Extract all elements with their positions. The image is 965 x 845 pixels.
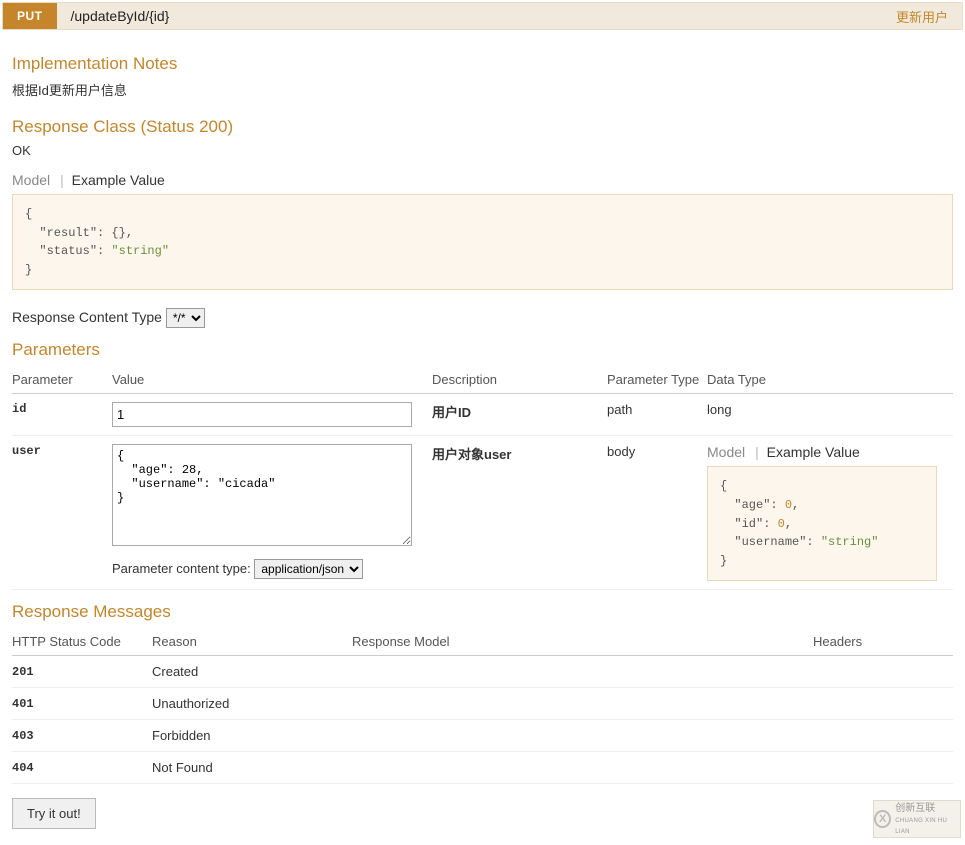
- param-row-user: user Parameter content type: application…: [12, 436, 953, 590]
- parameters-table: Parameter Value Description Parameter Ty…: [12, 366, 953, 590]
- param-datatype-box: Model| Example Value { "age": 0, "id": 0…: [707, 444, 947, 581]
- response-content-type-row: Response Content Type */*: [12, 308, 953, 328]
- status-headers: [813, 720, 953, 752]
- status-headers: [813, 752, 953, 784]
- parameter-content-type-row: Parameter content type: application/json: [112, 559, 426, 579]
- col-data-type: Data Type: [707, 366, 953, 394]
- response-content-type-select[interactable]: */*: [166, 308, 205, 328]
- tab-example-value[interactable]: Example Value: [767, 444, 860, 460]
- param-name: id: [12, 394, 112, 436]
- status-code: 404: [12, 752, 152, 784]
- col-description: Description: [432, 366, 607, 394]
- response-messages-heading: Response Messages: [12, 602, 953, 622]
- status-code: 403: [12, 720, 152, 752]
- response-message-row: 403Forbidden: [12, 720, 953, 752]
- status-reason: Forbidden: [152, 720, 352, 752]
- status-code: 401: [12, 688, 152, 720]
- status-model: [352, 752, 813, 784]
- response-class-heading: Response Class (Status 200): [12, 117, 953, 137]
- status-reason: Unauthorized: [152, 688, 352, 720]
- parameter-content-type-select[interactable]: application/json: [254, 559, 363, 579]
- parameter-content-type-label: Parameter content type:: [112, 561, 251, 576]
- param-name: user: [12, 436, 112, 590]
- param-id-input[interactable]: [112, 402, 412, 427]
- param-type: body: [607, 436, 707, 590]
- status-reason: Not Found: [152, 752, 352, 784]
- status-model: [352, 688, 813, 720]
- tab-model[interactable]: Model: [707, 444, 745, 460]
- param-description: 用户对象user: [432, 436, 607, 590]
- status-model: [352, 720, 813, 752]
- response-message-row: 201Created: [12, 656, 953, 688]
- watermark-logo: X 创新互联 CHUANG XIN HU LIAN: [873, 800, 961, 838]
- param-description: 用户ID: [432, 394, 607, 436]
- tab-model[interactable]: Model: [12, 172, 50, 188]
- response-message-row: 404Not Found: [12, 752, 953, 784]
- param-example-json[interactable]: { "age": 0, "id": 0, "username": "string…: [707, 466, 937, 581]
- status-headers: [813, 688, 953, 720]
- response-content-type-label: Response Content Type: [12, 309, 162, 325]
- http-method-badge: PUT: [3, 3, 57, 29]
- param-row-id: id 用户ID path long: [12, 394, 953, 436]
- col-reason: Reason: [152, 628, 352, 656]
- param-type: path: [607, 394, 707, 436]
- col-parameter: Parameter: [12, 366, 112, 394]
- response-messages-table: HTTP Status Code Reason Response Model H…: [12, 628, 953, 784]
- endpoint-path[interactable]: /updateById/{id}: [57, 8, 896, 24]
- response-schema-tabs: Model| Example Value: [12, 172, 953, 188]
- col-http-status: HTTP Status Code: [12, 628, 152, 656]
- watermark-brand: 创新互联: [895, 803, 935, 814]
- tab-example-value[interactable]: Example Value: [72, 172, 165, 188]
- col-response-model: Response Model: [352, 628, 813, 656]
- response-example-json[interactable]: { "result": {}, "status": "string" }: [12, 194, 953, 290]
- col-value: Value: [112, 366, 432, 394]
- response-message-row: 401Unauthorized: [12, 688, 953, 720]
- watermark-icon: X: [874, 810, 891, 828]
- watermark-sub: CHUANG XIN HU LIAN: [895, 818, 947, 835]
- try-it-out-button[interactable]: Try it out!: [12, 798, 96, 829]
- endpoint-summary: 更新用户: [896, 7, 962, 26]
- parameters-heading: Parameters: [12, 340, 953, 360]
- implementation-notes-heading: Implementation Notes: [12, 54, 953, 74]
- status-code: 201: [12, 656, 152, 688]
- status-model: [352, 656, 813, 688]
- param-data-type: long: [707, 394, 953, 436]
- status-reason: Created: [152, 656, 352, 688]
- response-class-ok: OK: [12, 143, 953, 158]
- status-headers: [813, 656, 953, 688]
- implementation-notes-text: 根据Id更新用户信息: [12, 80, 953, 99]
- col-headers: Headers: [813, 628, 953, 656]
- param-schema-tabs: Model| Example Value: [707, 444, 947, 460]
- endpoint-header[interactable]: PUT /updateById/{id} 更新用户: [2, 2, 963, 30]
- operation-content: Implementation Notes 根据Id更新用户信息 Response…: [0, 30, 965, 841]
- param-user-textarea[interactable]: [112, 444, 412, 546]
- col-parameter-type: Parameter Type: [607, 366, 707, 394]
